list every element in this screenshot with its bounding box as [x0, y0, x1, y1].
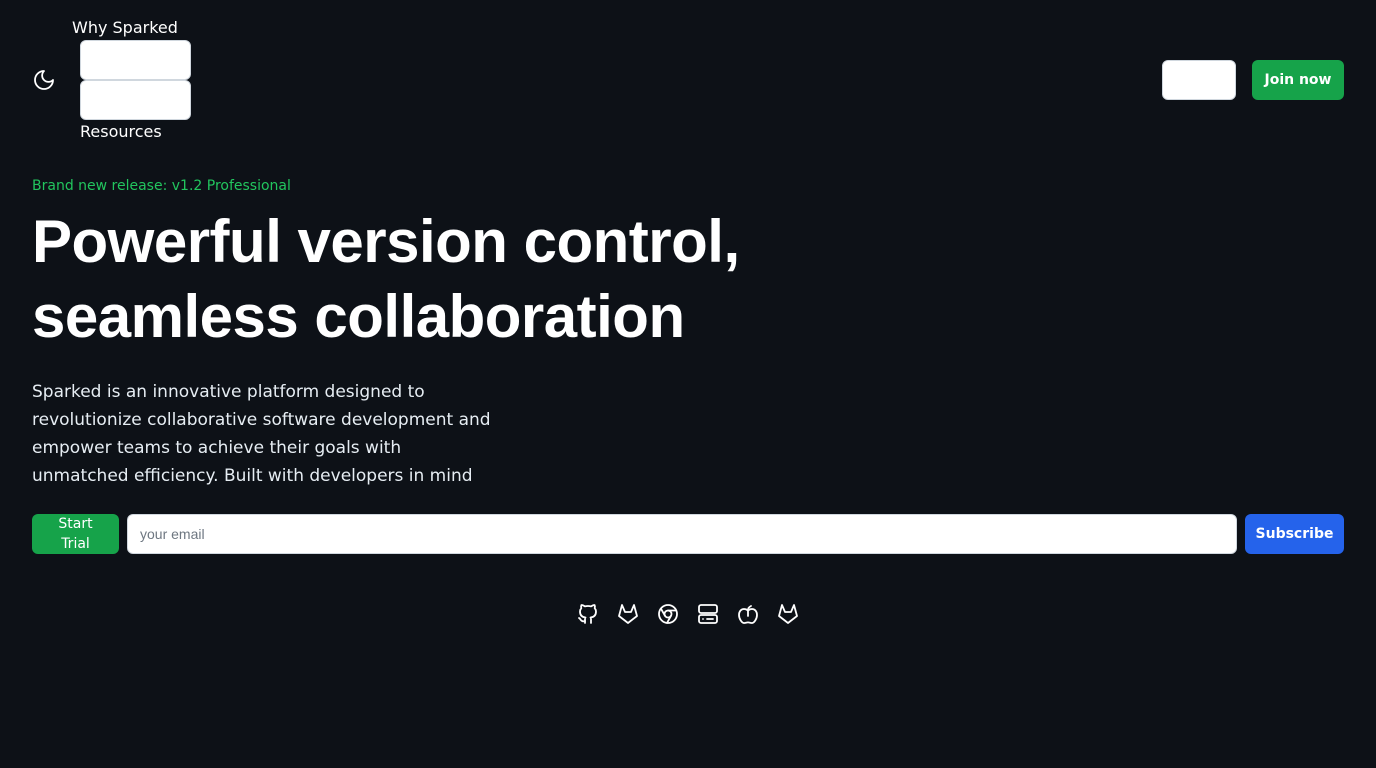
hero-description: Sparked is an innovative platform design… [32, 382, 491, 486]
gitlab-icon[interactable] [616, 602, 640, 626]
moon-icon[interactable] [32, 68, 56, 92]
platform-icons [576, 602, 800, 626]
release-badge[interactable]: Brand new release: v1.2 Professional [32, 176, 291, 196]
apple-icon[interactable] [736, 602, 760, 626]
nav-menu-button-1[interactable] [80, 40, 191, 80]
hero-title-line-2: seamless collaboration [32, 283, 685, 350]
start-trial-button[interactable]: Start Trial [32, 514, 119, 554]
chrome-icon[interactable] [656, 602, 680, 626]
nav-menu-button-2[interactable] [80, 80, 191, 120]
github-icon[interactable] [576, 602, 600, 626]
header-secondary-button[interactable] [1162, 60, 1236, 100]
email-input[interactable] [127, 514, 1237, 554]
gitlab-icon[interactable] [776, 602, 800, 626]
join-now-button[interactable]: Join now [1252, 60, 1344, 100]
server-icon[interactable] [696, 602, 720, 626]
hero-title: Powerful version control, seamless colla… [32, 204, 932, 354]
landing-page: Why Sparked Resources Join now Brand new… [0, 0, 1376, 768]
subscribe-button[interactable]: Subscribe [1245, 514, 1344, 554]
nav-link-resources[interactable]: Resources [80, 122, 162, 142]
nav-link-why-sparked[interactable]: Why Sparked [72, 18, 178, 38]
hero-title-line-1: Powerful version control, [32, 208, 740, 275]
